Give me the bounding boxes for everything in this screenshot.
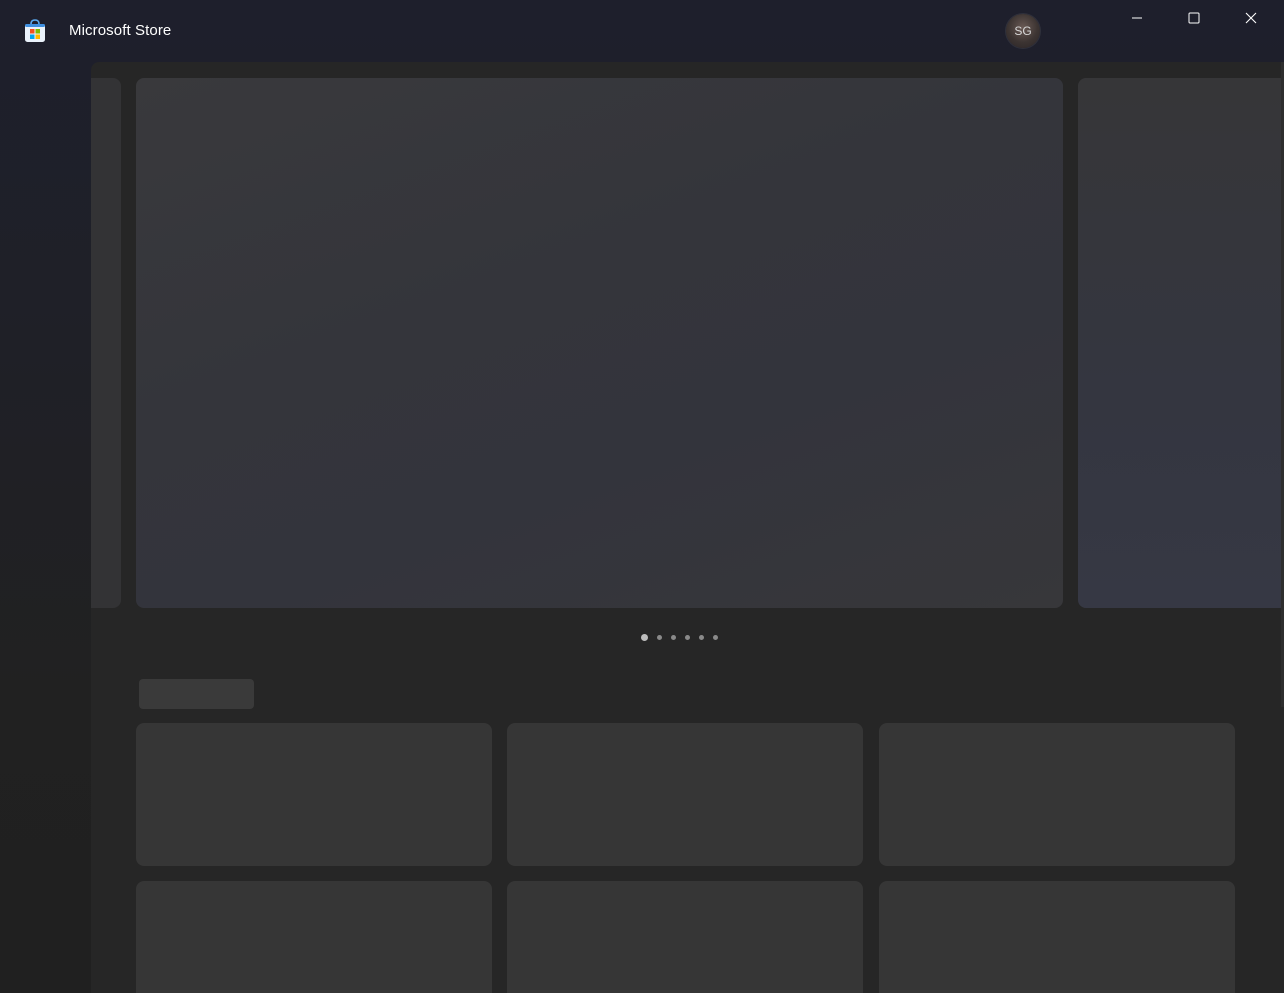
carousel-dot[interactable] xyxy=(671,634,676,640)
app-title: Microsoft Store xyxy=(69,22,172,39)
carousel-dot[interactable] xyxy=(641,633,648,641)
app-tile-placeholder[interactable] xyxy=(136,723,492,866)
microsoft-store-icon xyxy=(24,19,46,43)
app-tile-placeholder[interactable] xyxy=(507,723,863,866)
title-bar: Microsoft Store SG xyxy=(0,0,1284,62)
hero-card-next[interactable] xyxy=(1078,78,1284,608)
app-tile-placeholder[interactable] xyxy=(879,723,1235,866)
app-tile-placeholder[interactable] xyxy=(136,881,492,993)
carousel-dot[interactable] xyxy=(685,634,690,640)
close-button[interactable] xyxy=(1223,0,1279,40)
hero-card-previous[interactable] xyxy=(91,78,121,608)
minimize-button[interactable] xyxy=(1109,0,1165,40)
maximize-button[interactable] xyxy=(1166,0,1222,40)
carousel-pager xyxy=(641,632,718,642)
carousel-dot[interactable] xyxy=(713,634,718,640)
carousel-dot[interactable] xyxy=(657,634,662,640)
avatar-initials: SG xyxy=(1014,24,1032,38)
section-title-loading-placeholder xyxy=(139,679,254,709)
microsoft-store-window: Microsoft Store SG xyxy=(0,0,1284,993)
app-tile-placeholder[interactable] xyxy=(507,881,863,993)
minimize-icon xyxy=(1131,11,1143,29)
carousel-dot[interactable] xyxy=(699,634,704,640)
home-content-area[interactable] xyxy=(91,62,1284,993)
close-icon xyxy=(1245,11,1257,29)
app-tile-placeholder[interactable] xyxy=(879,881,1235,993)
maximize-icon xyxy=(1188,11,1200,29)
user-avatar[interactable]: SG xyxy=(1006,14,1040,48)
navigation-sidebar xyxy=(0,62,91,993)
hero-card-featured[interactable] xyxy=(136,78,1063,608)
